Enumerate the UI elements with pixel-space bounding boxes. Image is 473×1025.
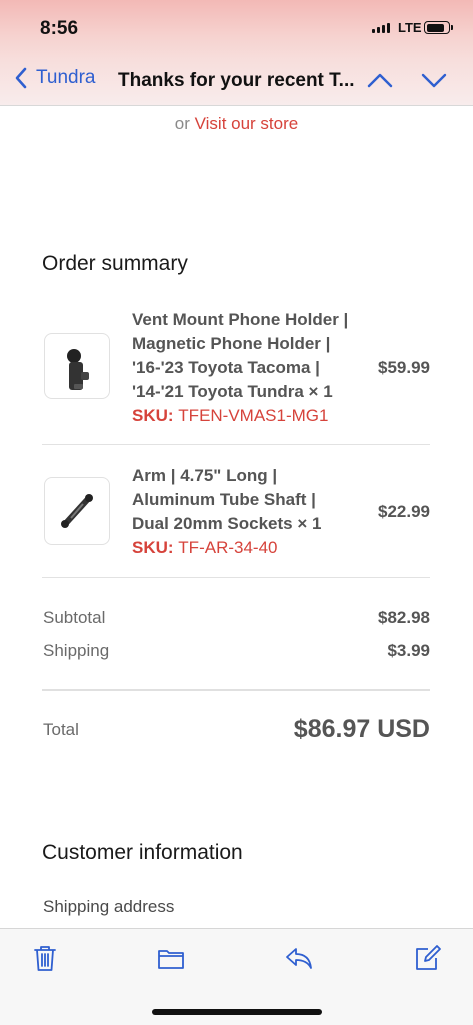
home-indicator[interactable] (152, 1009, 322, 1015)
product-name: Vent Mount Phone Holder | Magnetic Phone… (132, 310, 349, 401)
product-thumbnail (44, 477, 110, 545)
phone-mount-icon (67, 349, 89, 390)
chevron-left-icon (15, 67, 27, 89)
visit-store-line: or Visit our store (0, 114, 473, 134)
message-subject: Thanks for your recent T... (118, 70, 355, 91)
subtotal-label: Subtotal (43, 608, 106, 627)
product-name-line: Arm | 4.75" Long | Aluminum Tube Shaft |… (132, 464, 352, 560)
status-bar: 8:56 LTE (0, 0, 473, 60)
subtotal-value: $82.98 (378, 608, 430, 627)
visit-prefix: or (174, 114, 190, 133)
cellular-signal-icon (372, 23, 390, 33)
reply-icon[interactable] (284, 943, 314, 973)
sku-label: SKU: (132, 406, 174, 425)
customer-info-title: Customer information (42, 841, 243, 864)
product-price: $22.99 (378, 502, 430, 521)
order-item: Vent Mount Phone Holder | Magnetic Phone… (42, 308, 430, 428)
mount-arm-icon (61, 494, 93, 528)
previous-message-icon[interactable] (366, 70, 394, 90)
product-name: Arm | 4.75" Long | Aluminum Tube Shaft |… (132, 466, 322, 533)
product-thumbnail (44, 333, 110, 399)
trash-icon[interactable] (30, 943, 60, 973)
sku-value: TF-AR-34-40 (178, 538, 278, 557)
divider (42, 689, 430, 691)
mail-nav-bar: Tundra Thanks for your recent T... (0, 60, 473, 106)
order-summary-title: Order summary (42, 252, 188, 275)
total-value: $86.97 USD (293, 715, 430, 743)
shipping-label: Shipping (43, 641, 110, 660)
next-message-icon[interactable] (420, 70, 448, 90)
back-button[interactable]: Tundra (14, 67, 96, 89)
sku-value: TFEN-VMAS1-MG1 (178, 406, 329, 425)
battery-icon (424, 21, 453, 34)
shipping-value: $3.99 (387, 641, 430, 660)
folder-icon[interactable] (156, 943, 186, 973)
status-time: 8:56 (40, 18, 79, 39)
network-type: LTE (398, 20, 422, 35)
product-price: $59.99 (378, 358, 430, 377)
visit-store-link[interactable]: Visit our store (195, 114, 299, 133)
compose-icon[interactable] (412, 943, 442, 973)
divider (42, 444, 430, 445)
divider (42, 577, 430, 578)
order-item: Arm | 4.75" Long | Aluminum Tube Shaft |… (42, 464, 430, 564)
sku-label: SKU: (132, 538, 174, 557)
total-label: Total (43, 720, 79, 739)
back-label: Tundra (36, 67, 96, 88)
shipping-address-label: Shipping address (43, 897, 175, 916)
product-name-line: Vent Mount Phone Holder | Magnetic Phone… (132, 308, 352, 428)
